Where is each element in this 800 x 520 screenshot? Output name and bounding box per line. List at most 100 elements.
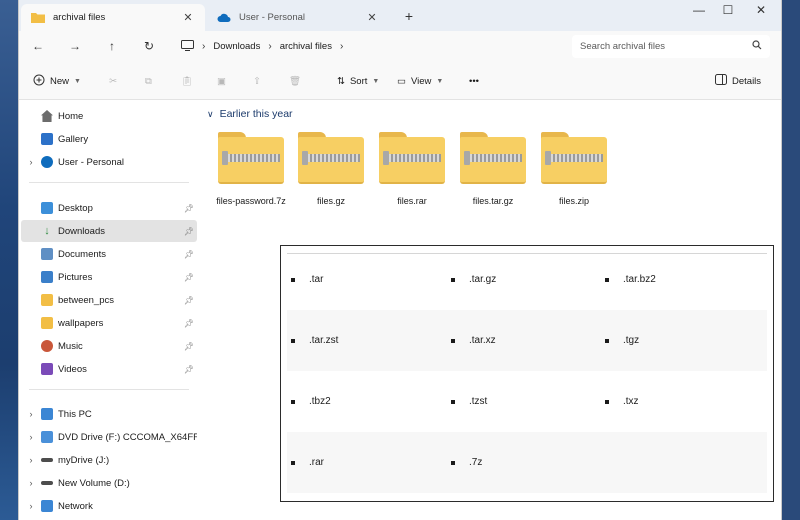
tab-archival-files[interactable]: archival files ✕ <box>21 4 205 31</box>
extension-label: .tar.xz <box>469 335 496 346</box>
sidebar-item-network[interactable]: › Network <box>21 495 197 517</box>
pictures-icon <box>41 271 53 283</box>
sidebar-item-gallery[interactable]: Gallery <box>21 128 197 150</box>
file-name: files-password.7z <box>216 196 286 206</box>
sidebar-item-this-pc[interactable]: › This PC <box>21 403 197 425</box>
pin-icon[interactable]: 📌︎ <box>181 365 197 374</box>
chevron-right-icon[interactable]: › <box>21 501 41 511</box>
extension-label: .tar.gz <box>469 274 497 285</box>
drive-icon <box>41 458 53 462</box>
bullet-icon <box>605 399 609 404</box>
tab-label: archival files <box>53 12 106 23</box>
pin-icon[interactable]: 📌︎ <box>181 273 197 282</box>
breadcrumb-downloads[interactable]: Downloads <box>213 41 260 52</box>
sidebar-item-label: User - Personal <box>58 156 124 168</box>
search-icon <box>752 40 762 53</box>
paste-icon[interactable]: 📋︎ <box>181 72 193 90</box>
list-item: .tzst <box>451 371 487 432</box>
videos-icon <box>41 363 53 375</box>
pin-icon[interactable]: 📌︎ <box>181 319 197 328</box>
tab-user-personal[interactable]: User - Personal ✕ <box>207 4 389 31</box>
sort-button[interactable]: ⇅ Sort ▼ <box>337 72 379 90</box>
chevron-right-icon[interactable]: › <box>21 478 41 488</box>
chevron-right-icon[interactable]: › <box>21 432 41 442</box>
chevron-down-icon: ▼ <box>436 77 444 85</box>
sidebar-item-home[interactable]: Home <box>21 105 197 127</box>
address-bar[interactable]: › Downloads › archival files › <box>173 35 565 58</box>
sidebar-item-label: New Volume (D:) <box>58 477 130 489</box>
supported-extensions-panel: .tar .tar.gz .tar.bz2 .tar.zst .tar.xz .… <box>280 245 774 502</box>
details-button[interactable]: Details <box>715 72 761 90</box>
chevron-right-icon[interactable]: › <box>21 157 41 167</box>
table-row: .tar.zst .tar.xz .tgz <box>287 310 767 371</box>
sidebar-item-new-volume[interactable]: › New Volume (D:) <box>21 472 197 494</box>
details-pane-icon <box>715 74 727 88</box>
search-input[interactable]: Search archival files <box>572 35 770 58</box>
pin-icon[interactable]: 📌︎ <box>181 250 197 259</box>
sidebar-item-documents[interactable]: Documents 📌︎ <box>21 243 197 265</box>
monitor-icon <box>181 39 194 54</box>
sidebar-item-music[interactable]: Music 📌︎ <box>21 335 197 357</box>
file-name: files.rar <box>397 196 427 206</box>
bullet-icon <box>291 338 295 343</box>
share-icon[interactable]: ⇪ <box>253 72 261 90</box>
new-button[interactable]: New ▼ <box>33 72 81 90</box>
chevron-right-icon[interactable]: › <box>340 41 343 52</box>
bullet-icon <box>451 399 455 404</box>
group-label: Earlier this year <box>219 108 293 120</box>
chevron-right-icon[interactable]: › <box>21 455 41 465</box>
pin-icon[interactable]: 📌︎ <box>181 227 197 236</box>
tab-label: User - Personal <box>239 12 305 23</box>
rename-icon[interactable]: ▣ <box>217 72 226 90</box>
sidebar-item-downloads[interactable]: ↓ Downloads 📌︎ <box>21 220 197 242</box>
sort-label: Sort <box>349 75 368 87</box>
sidebar-item-mydrive[interactable]: › myDrive (J:) <box>21 449 197 471</box>
sidebar-item-videos[interactable]: Videos 📌︎ <box>21 358 197 380</box>
pin-icon[interactable]: 📌︎ <box>181 342 197 351</box>
close-icon[interactable]: ✕ <box>181 11 195 24</box>
list-item: .tgz <box>605 310 639 371</box>
bullet-icon <box>451 338 455 343</box>
sidebar-item-user-personal[interactable]: › User - Personal <box>21 151 197 173</box>
sidebar-item-label: Network <box>58 500 93 512</box>
zip-folder-icon <box>218 132 284 184</box>
file-item-gz[interactable]: files.gz <box>291 132 371 206</box>
sort-icon: ⇅ <box>337 75 345 87</box>
more-options-button[interactable]: ••• <box>469 72 479 90</box>
sidebar-item-dvd-drive[interactable]: › DVD Drive (F:) CCCOMA_X64FRE_E <box>21 426 197 448</box>
maximize-button[interactable]: ☐ <box>713 3 743 17</box>
copy-icon[interactable]: ⧉ <box>145 72 152 90</box>
file-item-rar[interactable]: files.rar <box>372 132 452 206</box>
file-item-tar-gz[interactable]: files.tar.gz <box>453 132 533 206</box>
view-button[interactable]: ▭ View ▼ <box>397 72 443 90</box>
extension-label: .tar.zst <box>309 335 339 346</box>
back-icon[interactable]: ← <box>29 37 47 55</box>
sidebar-item-wallpapers[interactable]: wallpapers 📌︎ <box>21 312 197 334</box>
delete-icon[interactable]: 🗑︎ <box>289 72 301 90</box>
sidebar-item-pictures[interactable]: Pictures 📌︎ <box>21 266 197 288</box>
forward-icon[interactable]: → <box>66 37 84 55</box>
pin-icon[interactable]: 📌︎ <box>181 204 197 213</box>
search-placeholder: Search archival files <box>580 41 666 52</box>
file-item-zip[interactable]: files.zip <box>534 132 614 206</box>
cut-icon[interactable]: ✂ <box>109 72 117 90</box>
folder-icon <box>41 294 53 306</box>
breadcrumb-archival-files[interactable]: archival files <box>280 41 332 52</box>
list-item: .tbz2 <box>291 371 331 432</box>
up-icon[interactable]: ↑ <box>103 37 121 55</box>
pin-icon[interactable]: 📌︎ <box>181 296 197 305</box>
sidebar-item-label: Pictures <box>58 271 93 283</box>
file-name: files.zip <box>558 196 589 206</box>
refresh-icon[interactable]: ↻ <box>140 37 158 55</box>
group-header[interactable]: ∨ Earlier this year <box>207 108 293 120</box>
close-window-button[interactable]: ✕ <box>746 3 776 17</box>
new-tab-button[interactable]: + <box>401 8 417 24</box>
minimize-button[interactable]: — <box>684 3 714 17</box>
chevron-right-icon[interactable]: › <box>21 409 41 419</box>
close-icon[interactable]: ✕ <box>365 11 379 24</box>
home-icon <box>41 110 53 122</box>
sidebar-item-desktop[interactable]: Desktop 📌︎ <box>21 197 197 219</box>
file-item-7z[interactable]: files-password.7z <box>211 132 291 206</box>
sidebar-item-label: wallpapers <box>58 317 104 329</box>
sidebar-item-between-pcs[interactable]: between_pcs 📌︎ <box>21 289 197 311</box>
